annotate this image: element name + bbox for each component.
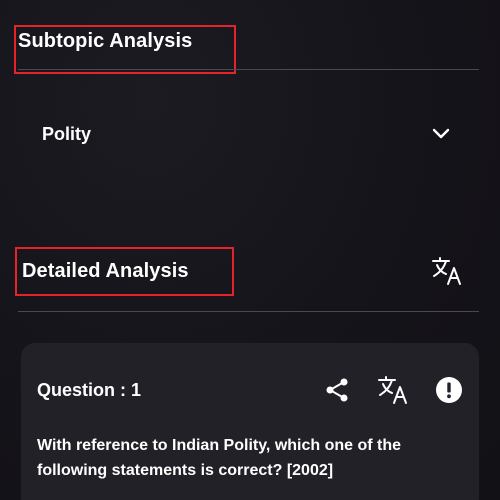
info-alert-icon[interactable] xyxy=(435,376,463,404)
subtopic-dropdown-value: Polity xyxy=(42,123,92,144)
translate-icon[interactable] xyxy=(431,256,463,286)
question-number: Question : 1 xyxy=(37,379,142,400)
chevron-down-icon xyxy=(432,128,450,140)
subtopic-title-highlight xyxy=(14,25,236,74)
subtopic-dropdown[interactable]: Polity xyxy=(42,118,450,150)
detailed-title-highlight xyxy=(15,247,234,296)
subtopic-divider xyxy=(18,69,479,70)
share-icon[interactable] xyxy=(323,376,351,404)
translate-icon[interactable] xyxy=(377,375,409,405)
question-text: With reference to Indian Polity, which o… xyxy=(37,437,402,479)
analysis-page: Subtopic Analysis Polity Detailed Analys… xyxy=(0,0,500,500)
question-actions xyxy=(323,375,463,405)
question-card-header: Question : 1 xyxy=(37,373,463,407)
detailed-divider xyxy=(18,311,479,312)
question-card: Question : 1 With reference to Indian Po… xyxy=(21,343,479,500)
